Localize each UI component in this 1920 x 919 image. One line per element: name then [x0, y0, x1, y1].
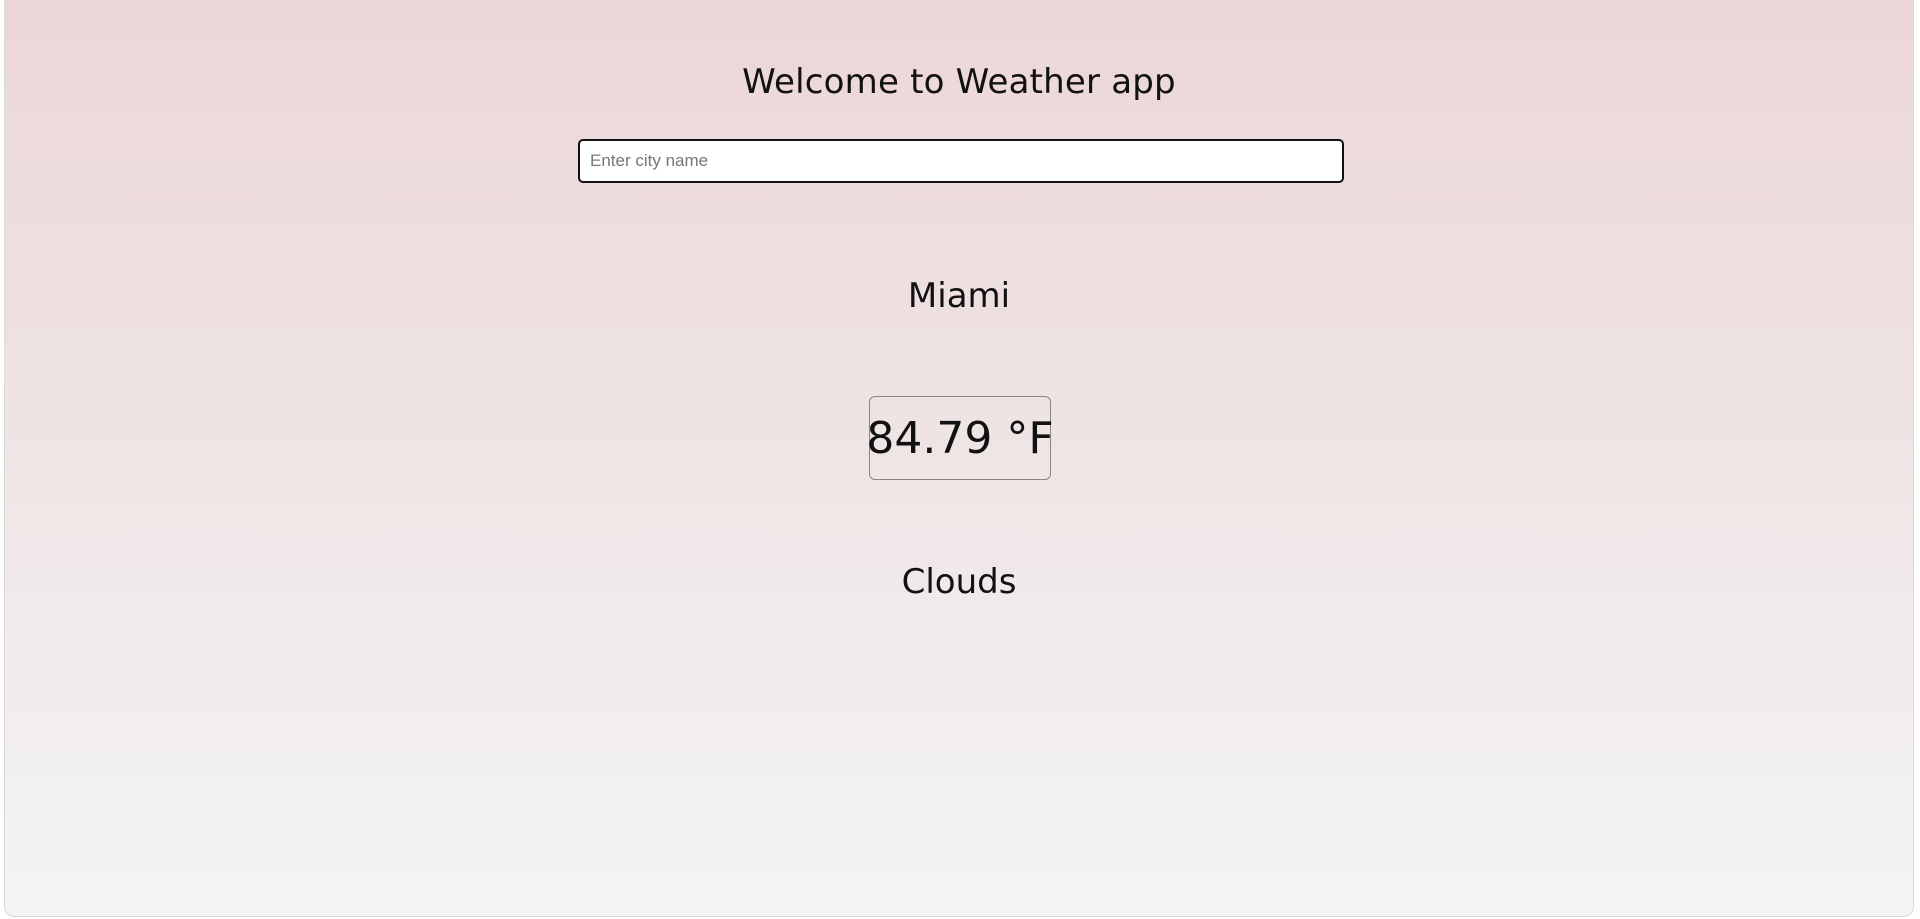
city-name: Miami — [907, 276, 1011, 316]
temperature-display: 84.79 °F — [866, 396, 1054, 480]
weather-app-panel: Welcome to Weather app Miami 84.79 °F Cl… — [4, 0, 1914, 917]
city-search-input[interactable] — [578, 139, 1344, 183]
page-title: Welcome to Weather app — [742, 62, 1176, 102]
weather-condition: Clouds — [901, 562, 1017, 602]
